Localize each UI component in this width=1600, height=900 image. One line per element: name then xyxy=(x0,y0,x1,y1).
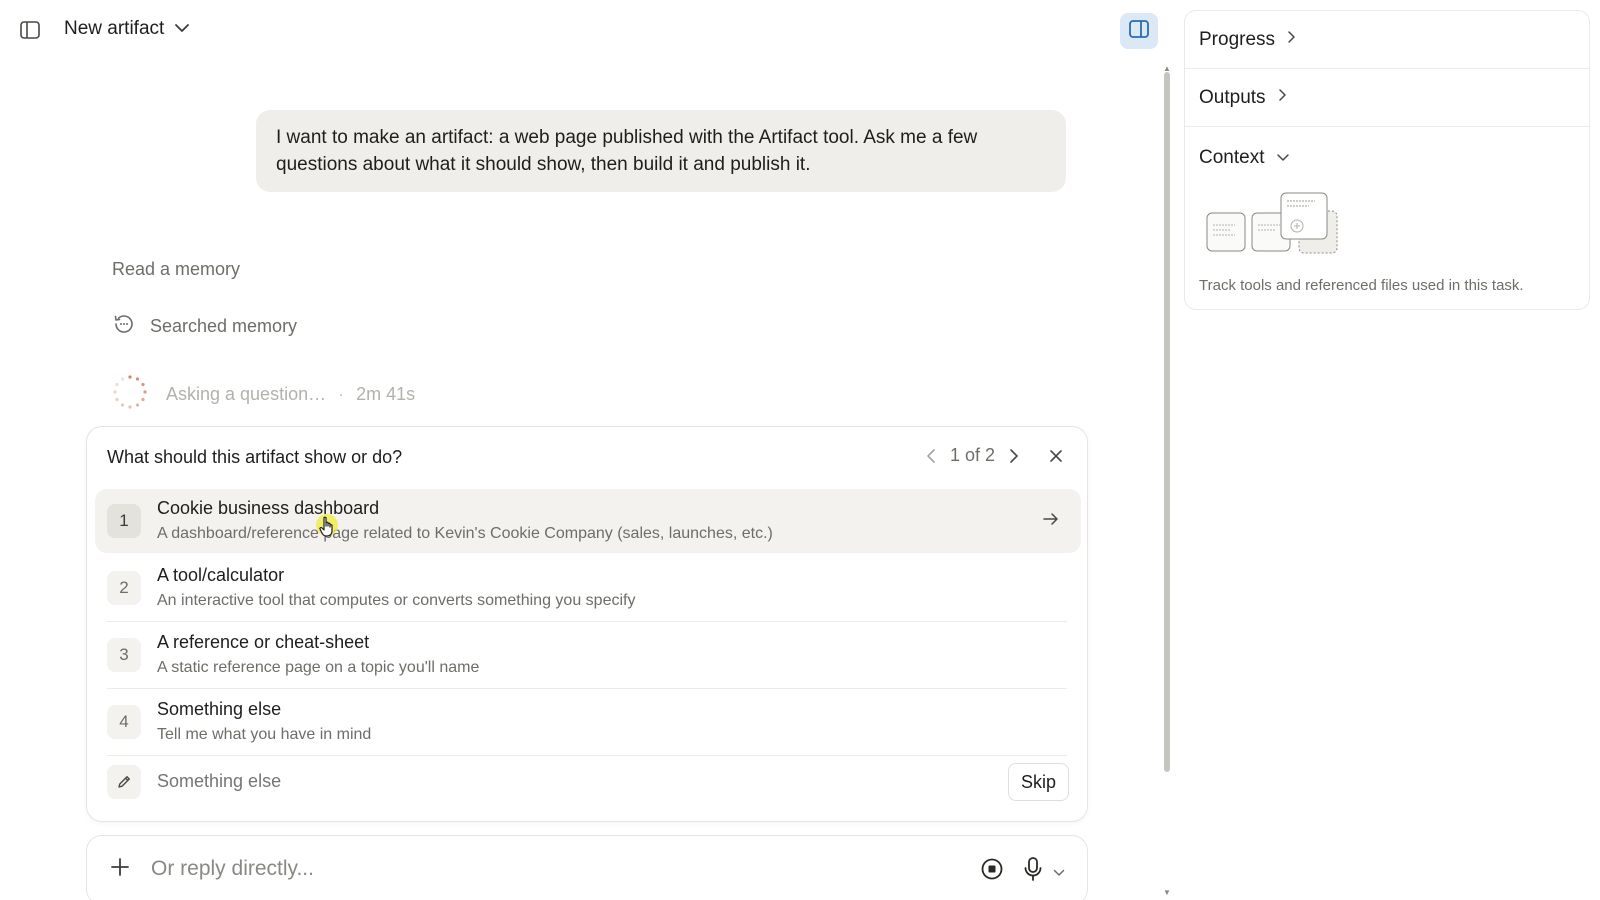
status-time: 2m 41s xyxy=(356,384,416,404)
question-pager: 1 of 2 xyxy=(926,445,1063,466)
chevron-left-icon[interactable] xyxy=(926,448,936,464)
microphone-icon[interactable] xyxy=(1023,856,1043,887)
pager-text: 1 of 2 xyxy=(949,445,995,465)
sidebar-toggle-icon[interactable] xyxy=(20,21,40,39)
custom-answer-input[interactable] xyxy=(157,771,857,792)
chevron-right-icon[interactable] xyxy=(1009,448,1019,464)
question-card: What should this artifact show or do? 1 … xyxy=(86,426,1088,822)
chevron-down-icon xyxy=(1276,149,1290,167)
progress-section[interactable]: Progress xyxy=(1185,11,1589,69)
option-number: 4 xyxy=(107,705,141,739)
custom-answer-row: Skip xyxy=(107,763,1069,803)
option-4[interactable]: 4 Something else Tell me what you have i… xyxy=(95,690,1081,754)
context-label: Context xyxy=(1199,147,1265,168)
option-2[interactable]: 2 A tool/calculator An interactive tool … xyxy=(95,556,1081,620)
outputs-label: Outputs xyxy=(1199,86,1266,108)
option-1[interactable]: 1 Cookie business dashboard A dashboard/… xyxy=(95,489,1081,553)
option-label: Cookie business dashboard xyxy=(157,498,380,518)
scroll-down-arrow[interactable]: ▼ xyxy=(1163,888,1171,897)
plus-icon[interactable] xyxy=(109,856,131,883)
option-number: 1 xyxy=(107,504,141,538)
reply-input[interactable]: Or reply directly... xyxy=(151,857,314,881)
status-separator: · xyxy=(338,384,345,404)
option-divider xyxy=(107,688,1067,689)
option-description: A static reference page on a topic you'l… xyxy=(157,659,480,676)
outputs-section[interactable]: Outputs xyxy=(1185,69,1589,127)
panel-toggle-button[interactable] xyxy=(1120,13,1158,49)
stop-icon[interactable] xyxy=(981,858,1003,885)
reply-composer: Or reply directly... xyxy=(86,835,1088,900)
arrow-right-icon xyxy=(1043,512,1059,531)
option-description: A dashboard/reference page related to Ke… xyxy=(157,525,773,542)
option-label: Something else xyxy=(157,699,282,719)
pencil-icon xyxy=(107,765,141,799)
option-label: A tool/calculator xyxy=(157,565,285,585)
option-description: Tell me what you have in mind xyxy=(157,726,372,743)
option-divider xyxy=(107,755,1067,756)
option-number: 2 xyxy=(107,571,141,605)
chevron-right-icon xyxy=(1278,88,1287,107)
status-text: Asking a question… xyxy=(166,384,327,404)
question-title: What should this artifact show or do? xyxy=(107,447,403,467)
page-title: New artifact xyxy=(64,18,165,39)
context-illustration xyxy=(1205,191,1340,262)
user-message-bubble: I want to make an artifact: a web page p… xyxy=(256,110,1066,192)
tool-group-label[interactable]: Read a memory xyxy=(112,259,240,280)
option-3[interactable]: 3 A reference or cheat-sheet A static re… xyxy=(95,623,1081,687)
skip-button[interactable]: Skip xyxy=(1007,763,1069,801)
context-hint: Track tools and referenced files used in… xyxy=(1199,277,1524,294)
option-label: A reference or cheat-sheet xyxy=(157,632,370,652)
panel-toggle-icon xyxy=(1129,19,1149,43)
top-bar: New artifact xyxy=(0,0,1150,64)
tool-step-label: Searched memory xyxy=(150,316,298,336)
option-divider xyxy=(107,621,1067,622)
option-description: An interactive tool that computes or con… xyxy=(157,592,636,609)
spinner-icon xyxy=(112,374,148,415)
tool-step-searched-memory: Searched memory xyxy=(112,312,297,341)
task-side-panel: Progress Outputs Context Track tools and… xyxy=(1184,10,1590,310)
progress-label: Progress xyxy=(1199,28,1276,50)
artifact-title-dropdown[interactable]: New artifact xyxy=(64,18,190,40)
history-icon xyxy=(112,312,136,341)
chevron-down-icon[interactable] xyxy=(1053,864,1065,882)
option-number: 3 xyxy=(107,638,141,672)
context-section-header[interactable]: Context xyxy=(1199,147,1290,169)
chat-scrollbar[interactable] xyxy=(1164,72,1170,772)
close-icon[interactable] xyxy=(1049,449,1063,463)
hand-cursor-icon xyxy=(318,516,336,543)
chevron-down-icon xyxy=(174,20,190,38)
chevron-right-icon xyxy=(1287,30,1296,49)
status-line: Asking a question… · 2m 41s xyxy=(112,374,415,415)
